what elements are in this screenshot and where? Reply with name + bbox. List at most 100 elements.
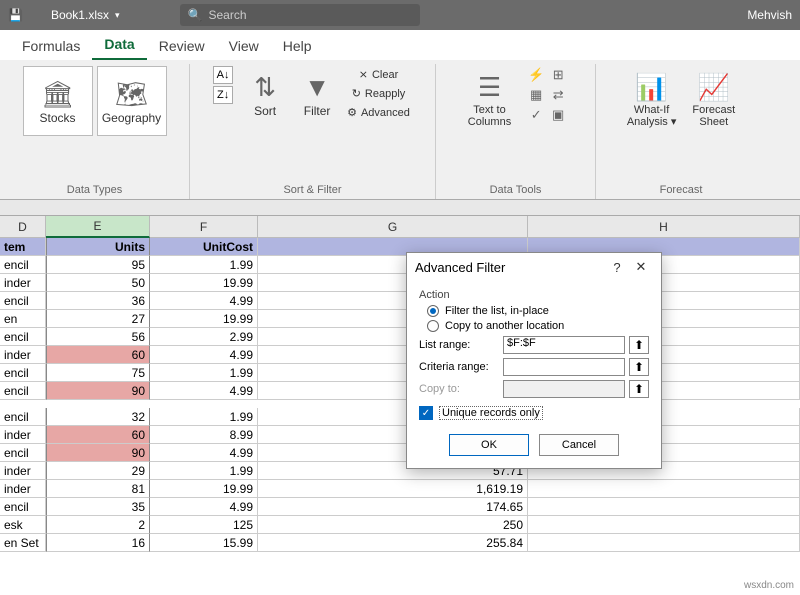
tab-help[interactable]: Help bbox=[271, 32, 324, 60]
cell-units[interactable]: 81 bbox=[46, 480, 150, 498]
relationships-icon[interactable]: ⇄ bbox=[547, 86, 569, 104]
col-header-h[interactable]: H bbox=[528, 216, 800, 238]
list-range-input[interactable]: $F:$F bbox=[503, 336, 625, 354]
geography-button[interactable]: 🗺 Geography bbox=[97, 66, 167, 136]
cell-unitcost[interactable]: 4.99 bbox=[150, 292, 258, 310]
col-header-d[interactable]: D bbox=[0, 216, 46, 238]
header-item[interactable]: tem bbox=[0, 238, 46, 256]
spreadsheet-grid[interactable]: D E F G H tem Units UnitCost encil 95 1.… bbox=[0, 216, 800, 595]
cell-units[interactable]: 56 bbox=[46, 328, 150, 346]
tab-formulas[interactable]: Formulas bbox=[10, 32, 92, 60]
cell-total[interactable]: 1,619.19 bbox=[258, 480, 528, 498]
cell-units[interactable]: 95 bbox=[46, 256, 150, 274]
cell-unitcost[interactable]: 4.99 bbox=[150, 382, 258, 400]
consolidate-icon[interactable]: ⊞ bbox=[547, 66, 569, 84]
cell-item[interactable]: inder bbox=[0, 346, 46, 364]
cell-unitcost[interactable]: 4.99 bbox=[150, 444, 258, 462]
cell-item[interactable]: encil bbox=[0, 408, 46, 426]
cell-empty[interactable] bbox=[528, 534, 800, 552]
cell-units[interactable]: 36 bbox=[46, 292, 150, 310]
reapply-button[interactable]: ↻Reapply bbox=[345, 85, 412, 102]
tab-data[interactable]: Data bbox=[92, 30, 146, 60]
advanced-button[interactable]: ⚙Advanced bbox=[345, 104, 412, 121]
cancel-button[interactable]: Cancel bbox=[539, 434, 619, 456]
data-model-icon[interactable]: ▣ bbox=[547, 106, 569, 124]
cell-item[interactable]: inder bbox=[0, 426, 46, 444]
cell-item[interactable]: encil bbox=[0, 328, 46, 346]
chevron-down-icon[interactable]: ▾ bbox=[115, 10, 120, 21]
cell-item[interactable]: inder bbox=[0, 480, 46, 498]
unique-records-checkbox[interactable]: ✓ Unique records only bbox=[419, 406, 649, 420]
what-if-button[interactable]: 📊 What-IfAnalysis ▾ bbox=[621, 66, 683, 132]
ok-button[interactable]: OK bbox=[449, 434, 529, 456]
cell-total[interactable]: 255.84 bbox=[258, 534, 528, 552]
close-button[interactable]: ✕ bbox=[629, 259, 653, 275]
cell-units[interactable]: 90 bbox=[46, 382, 150, 400]
cell-unitcost[interactable]: 4.99 bbox=[150, 498, 258, 516]
cell-item[interactable]: encil bbox=[0, 444, 46, 462]
cell-item[interactable]: inder bbox=[0, 462, 46, 480]
cell-item[interactable]: inder bbox=[0, 274, 46, 292]
cell-total[interactable]: 250 bbox=[258, 516, 528, 534]
range-picker-icon[interactable]: ⬆ bbox=[629, 380, 649, 398]
clear-button[interactable]: ⨯Clear bbox=[345, 66, 412, 83]
radio-copy-location[interactable]: Copy to another location bbox=[427, 320, 649, 332]
tab-review[interactable]: Review bbox=[147, 32, 217, 60]
header-units[interactable]: Units bbox=[46, 238, 150, 256]
cell-units[interactable]: 50 bbox=[46, 274, 150, 292]
cell-units[interactable]: 60 bbox=[46, 426, 150, 444]
cell-units[interactable]: 29 bbox=[46, 462, 150, 480]
cell-unitcost[interactable]: 2.99 bbox=[150, 328, 258, 346]
user-name[interactable]: Mehvish bbox=[747, 8, 792, 22]
cell-empty[interactable] bbox=[528, 480, 800, 498]
cell-units[interactable]: 32 bbox=[46, 408, 150, 426]
cell-units[interactable]: 2 bbox=[46, 516, 150, 534]
criteria-range-input[interactable] bbox=[503, 358, 625, 376]
save-icon[interactable]: 💾 bbox=[8, 8, 23, 22]
flash-fill-icon[interactable]: ⚡ bbox=[525, 66, 547, 84]
cell-unitcost[interactable]: 1.99 bbox=[150, 364, 258, 382]
cell-unitcost[interactable]: 8.99 bbox=[150, 426, 258, 444]
cell-unitcost[interactable]: 15.99 bbox=[150, 534, 258, 552]
sort-button[interactable]: ⇅ Sort bbox=[241, 66, 289, 122]
cell-unitcost[interactable]: 19.99 bbox=[150, 480, 258, 498]
cell-units[interactable]: 35 bbox=[46, 498, 150, 516]
cell-unitcost[interactable]: 125 bbox=[150, 516, 258, 534]
header-unitcost[interactable]: UnitCost bbox=[150, 238, 258, 256]
cell-item[interactable]: en bbox=[0, 310, 46, 328]
stocks-button[interactable]: 🏛 Stocks bbox=[23, 66, 93, 136]
cell-empty[interactable] bbox=[528, 498, 800, 516]
cell-units[interactable]: 75 bbox=[46, 364, 150, 382]
cell-units[interactable]: 60 bbox=[46, 346, 150, 364]
sort-asc-button[interactable]: A↓ bbox=[213, 66, 233, 84]
cell-item[interactable]: esk bbox=[0, 516, 46, 534]
col-header-e[interactable]: E bbox=[46, 216, 150, 238]
tab-view[interactable]: View bbox=[217, 32, 271, 60]
text-to-columns-button[interactable]: ☰ Text toColumns bbox=[462, 66, 517, 132]
cell-unitcost[interactable]: 1.99 bbox=[150, 462, 258, 480]
forecast-sheet-button[interactable]: 📈 ForecastSheet bbox=[686, 66, 741, 132]
range-picker-icon[interactable]: ⬆ bbox=[629, 336, 649, 354]
cell-units[interactable]: 27 bbox=[46, 310, 150, 328]
cell-empty[interactable] bbox=[528, 516, 800, 534]
cell-unitcost[interactable]: 19.99 bbox=[150, 310, 258, 328]
cell-unitcost[interactable]: 1.99 bbox=[150, 408, 258, 426]
search-box[interactable]: 🔍 Search bbox=[180, 4, 420, 26]
filter-button[interactable]: ▼ Filter bbox=[293, 66, 341, 122]
cell-units[interactable]: 90 bbox=[46, 444, 150, 462]
cell-units[interactable]: 16 bbox=[46, 534, 150, 552]
cell-item[interactable]: encil bbox=[0, 256, 46, 274]
remove-duplicates-icon[interactable]: ▦ bbox=[525, 86, 547, 104]
cell-item[interactable]: en Set bbox=[0, 534, 46, 552]
data-validation-icon[interactable]: ✓ bbox=[525, 106, 547, 124]
cell-item[interactable]: encil bbox=[0, 382, 46, 400]
range-picker-icon[interactable]: ⬆ bbox=[629, 358, 649, 376]
col-header-f[interactable]: F bbox=[150, 216, 258, 238]
radio-filter-inplace[interactable]: Filter the list, in-place bbox=[427, 305, 649, 317]
cell-total[interactable]: 174.65 bbox=[258, 498, 528, 516]
cell-item[interactable]: encil bbox=[0, 364, 46, 382]
cell-unitcost[interactable]: 19.99 bbox=[150, 274, 258, 292]
cell-unitcost[interactable]: 4.99 bbox=[150, 346, 258, 364]
sort-desc-button[interactable]: Z↓ bbox=[213, 86, 233, 104]
col-header-g[interactable]: G bbox=[258, 216, 528, 238]
